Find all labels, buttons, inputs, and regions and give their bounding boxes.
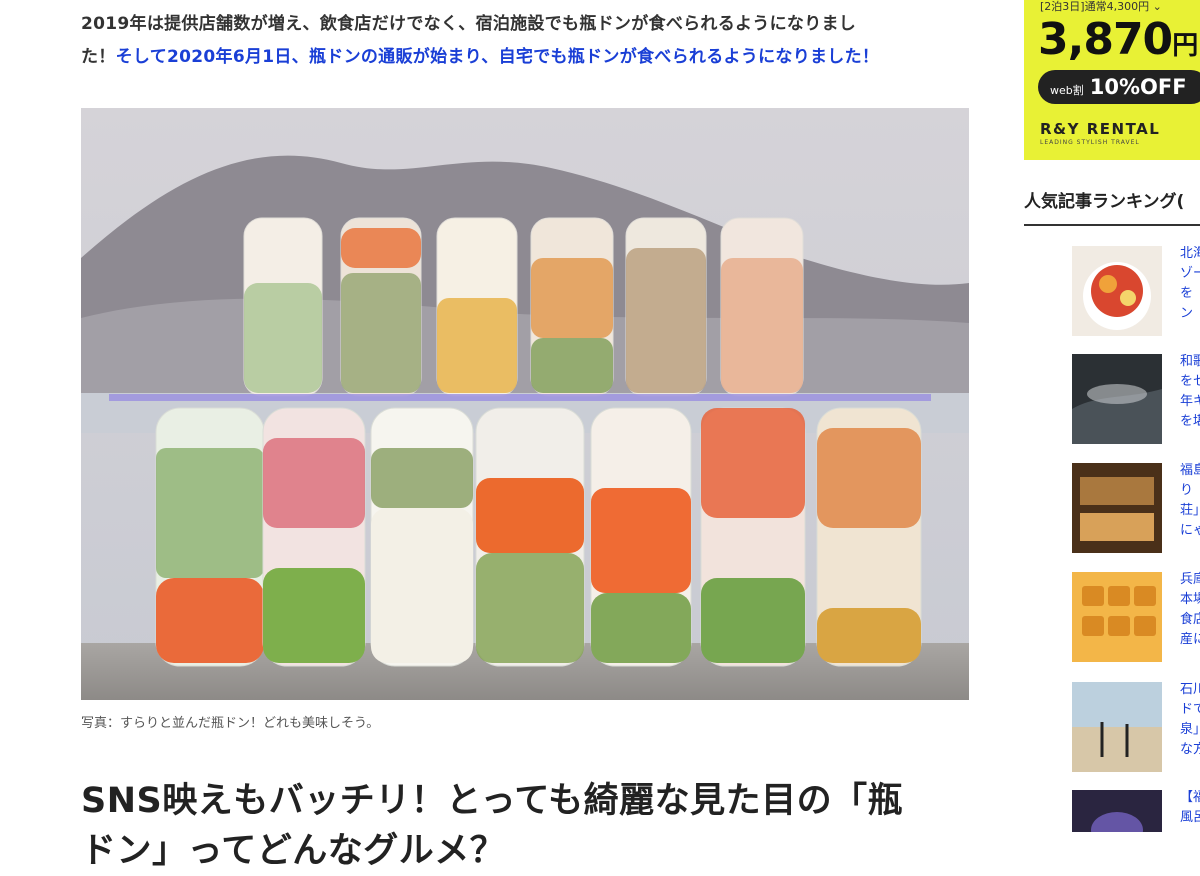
ad-badge-label: web割 — [1050, 84, 1084, 97]
ranking-divider — [1024, 224, 1200, 226]
ranking-thumbnail — [1072, 246, 1162, 336]
rental-ad-banner[interactable]: [2泊3日]通常4,300円 ⌄ 3,870円 web割 10%OFF R&Y R… — [1024, 0, 1200, 160]
ad-discount-badge: web割 10%OFF — [1038, 70, 1200, 104]
sidebar: [2泊3日]通常4,300円 ⌄ 3,870円 web割 10%OFF R&Y R… — [1000, 0, 1200, 832]
heading-line-1: SNS映えもバッチリ！とっても綺麗な見た目の「瓶 — [81, 781, 904, 821]
ad-price: 3,870円 — [1038, 14, 1198, 65]
ranking-thumbnail — [1072, 354, 1162, 444]
ranking-thumbnail — [1072, 790, 1162, 832]
article-intro: 2019年は提供店舗数が増え、飲食店だけでなく、宿泊施設でも瓶ドンが食べられるよ… — [81, 8, 981, 74]
ranking-title: 人気記事ランキング( — [1024, 192, 1185, 212]
article-main: 2019年は提供店舗数が増え、飲食店だけでなく、宿泊施設でも瓶ドンが食べられるよ… — [0, 0, 1000, 871]
ranking-thumbnail — [1072, 682, 1162, 772]
intro-line-1: 2019年は提供店舗数が増え、飲食店だけでなく、宿泊施設でも瓶ドンが食べられるよ… — [81, 14, 857, 34]
ranking-thumbnail — [1072, 463, 1162, 553]
ad-regular-price: [2泊3日]通常4,300円 ⌄ — [1040, 0, 1162, 13]
intro-highlight-text: そして2020年6月1日、瓶ドンの通販が始まり、自宅でも瓶ドンが食べられるように… — [115, 47, 880, 67]
ranking-thumbnail — [1072, 572, 1162, 662]
ranking-item[interactable]: 【福 風呂 — [1072, 790, 1200, 832]
ranking-item[interactable]: 北海 ゾー を ン — [1072, 246, 1200, 338]
ad-brand-logo: R&Y RENTAL — [1040, 120, 1161, 138]
intro-plain-text: た！ — [81, 47, 116, 67]
photo-caption: 写真：すらりと並んだ瓶ドン！どれも美味しそう。 — [81, 716, 380, 731]
ranking-item-title: 福島 り 荘」 にゃ — [1180, 463, 1200, 538]
ad-badge-value: 10%OFF — [1089, 75, 1187, 99]
bindon-jars-photo — [81, 108, 969, 700]
ranking-item[interactable]: 兵庫 本場 食店 産に — [1072, 572, 1200, 664]
intro-line-2: た！そして2020年6月1日、瓶ドンの通販が始まり、自宅でも瓶ドンが食べられるよ… — [81, 41, 981, 74]
ranking-item[interactable]: 福島 り 荘」 にゃ — [1072, 463, 1200, 555]
ranking-item-title: 兵庫 本場 食店 産に — [1180, 572, 1200, 647]
chevron-down-icon: ⌄ — [1152, 0, 1162, 13]
ad-yen-symbol: 円 — [1172, 31, 1198, 61]
ad-tagline: LEADING STYLISH TRAVEL — [1040, 139, 1140, 146]
section-heading: SNS映えもバッチリ！とっても綺麗な見た目の「瓶 ドン」ってどんなグルメ？ — [81, 776, 981, 876]
ranking-item[interactable]: 和歌 をセ 年キ を堪 — [1072, 354, 1200, 446]
ranking-item-title: 和歌 をセ 年キ を堪 — [1180, 354, 1200, 429]
ranking-item[interactable]: 石川 ドで 泉」 な方 — [1072, 682, 1200, 774]
ranking-item-title: 北海 ゾー を ン — [1180, 246, 1200, 321]
heading-line-2: ドン」ってどんなグルメ？ — [81, 831, 506, 871]
ranking-item-title: 【福 風呂 — [1180, 790, 1200, 825]
ranking-item-title: 石川 ドで 泉」 な方 — [1180, 682, 1200, 757]
